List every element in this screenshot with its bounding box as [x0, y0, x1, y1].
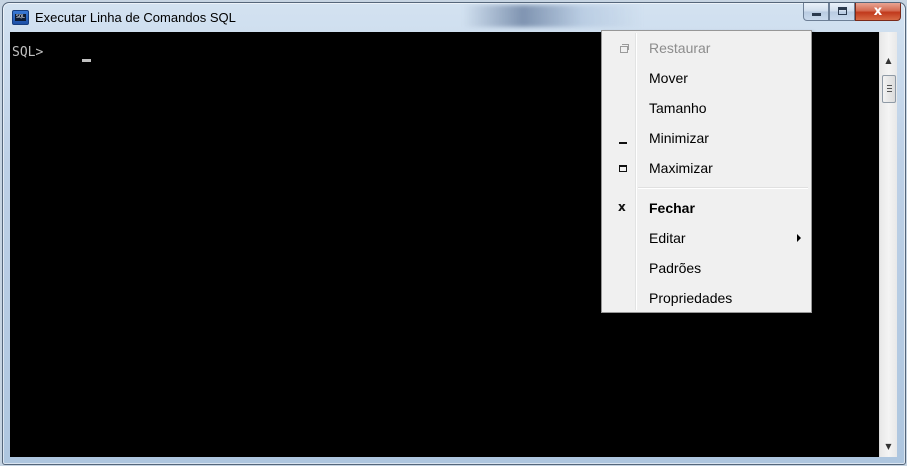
menu-item-label: Mover	[649, 70, 688, 86]
scroll-up-arrow-icon[interactable]: ▲	[880, 52, 897, 69]
menu-item-label: Fechar	[649, 200, 695, 216]
close-icon: x	[873, 4, 883, 19]
maximize-icon	[617, 161, 629, 175]
title-bar-background-blur	[463, 5, 643, 27]
minimize-icon	[617, 131, 629, 145]
grip-line	[887, 88, 892, 89]
restore-icon	[617, 41, 629, 55]
sql-prompt: SQL>	[12, 45, 52, 60]
menu-item-label: Tamanho	[649, 100, 707, 116]
submenu-arrow-icon	[797, 234, 801, 242]
menu-item-padroes[interactable]: Padrões	[604, 253, 809, 283]
caption-buttons: x	[803, 3, 901, 23]
close-button[interactable]: x	[855, 3, 901, 21]
menu-item-label: Propriedades	[649, 290, 733, 306]
menu-item-fechar[interactable]: x Fechar	[604, 193, 809, 223]
scrollbar-thumb[interactable]	[882, 75, 896, 103]
grip-line	[887, 91, 892, 92]
sql-console-icon[interactable]: SQL	[12, 10, 29, 25]
menu-item-label: Editar	[649, 230, 686, 246]
menu-item-maximizar[interactable]: Maximizar	[604, 153, 809, 183]
text-cursor	[82, 59, 91, 62]
menu-separator	[638, 187, 808, 189]
title-bar[interactable]: SQL Executar Linha de Comandos SQL x	[3, 3, 905, 33]
menu-item-minimizar[interactable]: Minimizar	[604, 123, 809, 153]
vertical-scrollbar[interactable]: ▲ ▼	[879, 32, 897, 457]
sql-console-icon-text: SQL	[15, 14, 26, 21]
close-icon: x	[618, 200, 626, 214]
window-title: Executar Linha de Comandos SQL	[35, 10, 236, 25]
menu-item-label: Padrões	[649, 260, 702, 276]
scroll-down-arrow-icon[interactable]: ▼	[880, 438, 897, 455]
menu-item-label: Restaurar	[649, 40, 711, 56]
menu-item-label: Minimizar	[649, 130, 709, 146]
maximize-button[interactable]	[829, 3, 855, 21]
minimize-button[interactable]	[803, 3, 829, 21]
menu-item-mover[interactable]: Mover	[604, 63, 809, 93]
menu-item-propriedades[interactable]: Propriedades	[604, 283, 809, 313]
menu-item-tamanho[interactable]: Tamanho	[604, 93, 809, 123]
minimize-icon	[812, 13, 821, 16]
grip-line	[887, 85, 892, 86]
menu-item-label: Maximizar	[649, 160, 713, 176]
menu-item-editar[interactable]: Editar	[604, 223, 809, 253]
menu-item-restaurar[interactable]: Restaurar	[604, 33, 809, 63]
system-menu: Restaurar Mover Tamanho Minimizar Maximi…	[601, 30, 812, 313]
maximize-icon	[838, 7, 847, 15]
